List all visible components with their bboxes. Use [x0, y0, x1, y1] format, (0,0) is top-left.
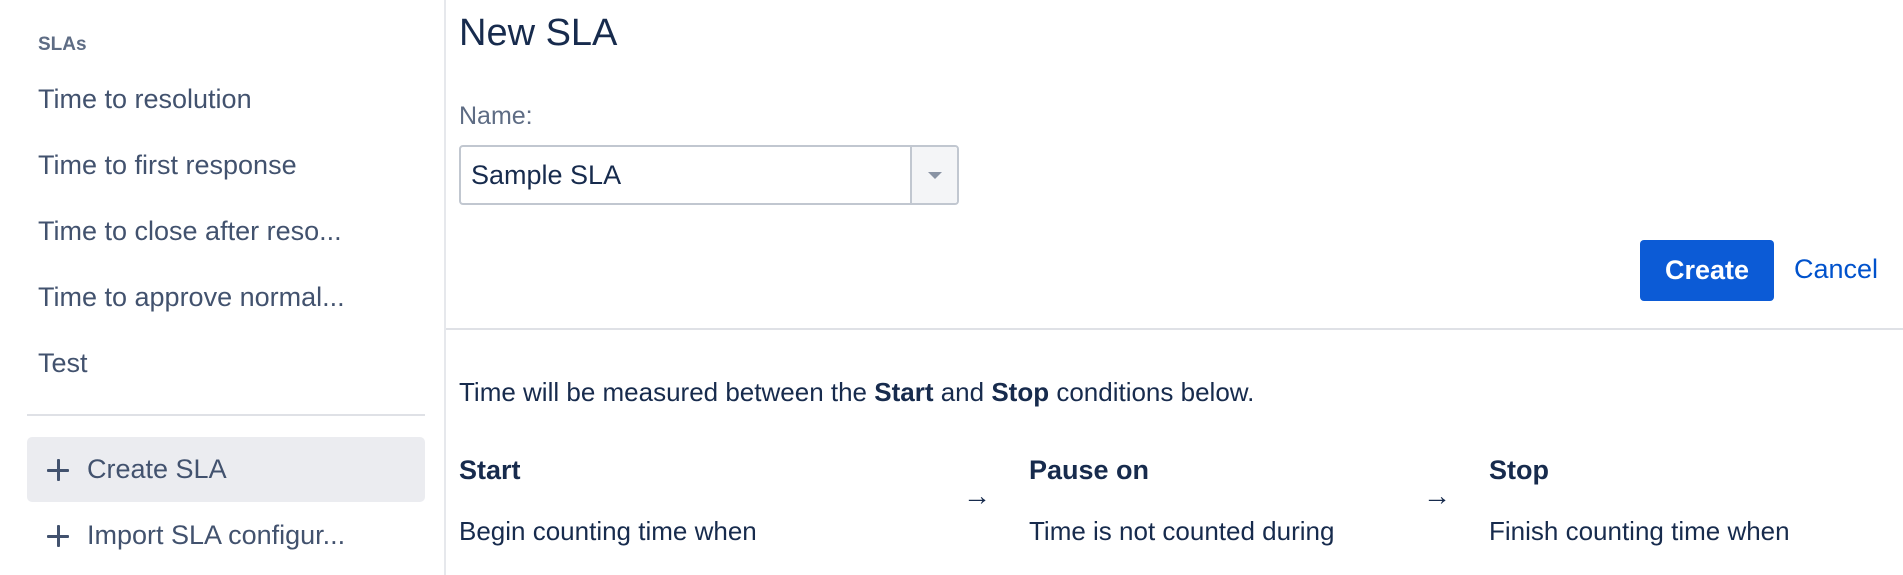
create-button[interactable]: Create	[1640, 240, 1774, 301]
sla-name-value[interactable]: Sample SLA	[461, 147, 910, 203]
create-sla-label: Create SLA	[87, 454, 227, 484]
sla-name-dropdown-toggle[interactable]	[910, 147, 957, 203]
start-heading: Start	[459, 455, 521, 485]
pause-on-description: Time is not counted during	[1029, 516, 1335, 546]
intro-suffix: conditions below.	[1049, 377, 1255, 407]
sidebar-divider	[27, 414, 425, 416]
start-description: Begin counting time when	[459, 516, 757, 546]
intro-stop-word: Stop	[991, 377, 1050, 407]
plus-icon	[47, 524, 69, 547]
intro-start-word: Start	[874, 377, 934, 407]
chevron-down-icon	[927, 171, 942, 179]
name-label: Name:	[459, 102, 533, 130]
arrow-right-icon: →	[1423, 480, 1451, 511]
sidebar-item-time-to-approve-normal[interactable]: Time to approve normal...	[38, 282, 345, 313]
sidebar-item-time-to-first-response[interactable]: Time to first response	[38, 150, 297, 181]
sidebar-heading: SLAs	[38, 34, 87, 55]
measurement-description: Time will be measured between the Start …	[459, 377, 1254, 408]
arrow-right-icon: →	[963, 480, 991, 511]
plus-icon	[47, 458, 69, 481]
stop-heading: Stop	[1489, 455, 1549, 485]
sidebar: SLAs Time to resolution Time to first re…	[0, 0, 446, 575]
cancel-link[interactable]: Cancel	[1794, 254, 1878, 285]
section-divider	[446, 328, 1903, 330]
page-title: New SLA	[459, 12, 618, 54]
sidebar-item-time-to-resolution[interactable]: Time to resolution	[38, 84, 252, 115]
create-sla-button[interactable]: Create SLA	[27, 437, 425, 502]
sidebar-item-test[interactable]: Test	[38, 348, 88, 379]
pause-on-heading: Pause on	[1029, 455, 1150, 485]
import-sla-label: Import SLA configur...	[87, 520, 346, 550]
sla-name-select[interactable]: Sample SLA	[459, 145, 959, 205]
sidebar-item-time-to-close-after-resolution[interactable]: Time to close after reso...	[38, 216, 342, 247]
stop-description: Finish counting time when	[1489, 516, 1790, 546]
intro-prefix: Time will be measured between the	[459, 377, 875, 407]
import-sla-configuration-button[interactable]: Import SLA configur...	[27, 503, 425, 568]
intro-middle: and	[933, 377, 992, 407]
